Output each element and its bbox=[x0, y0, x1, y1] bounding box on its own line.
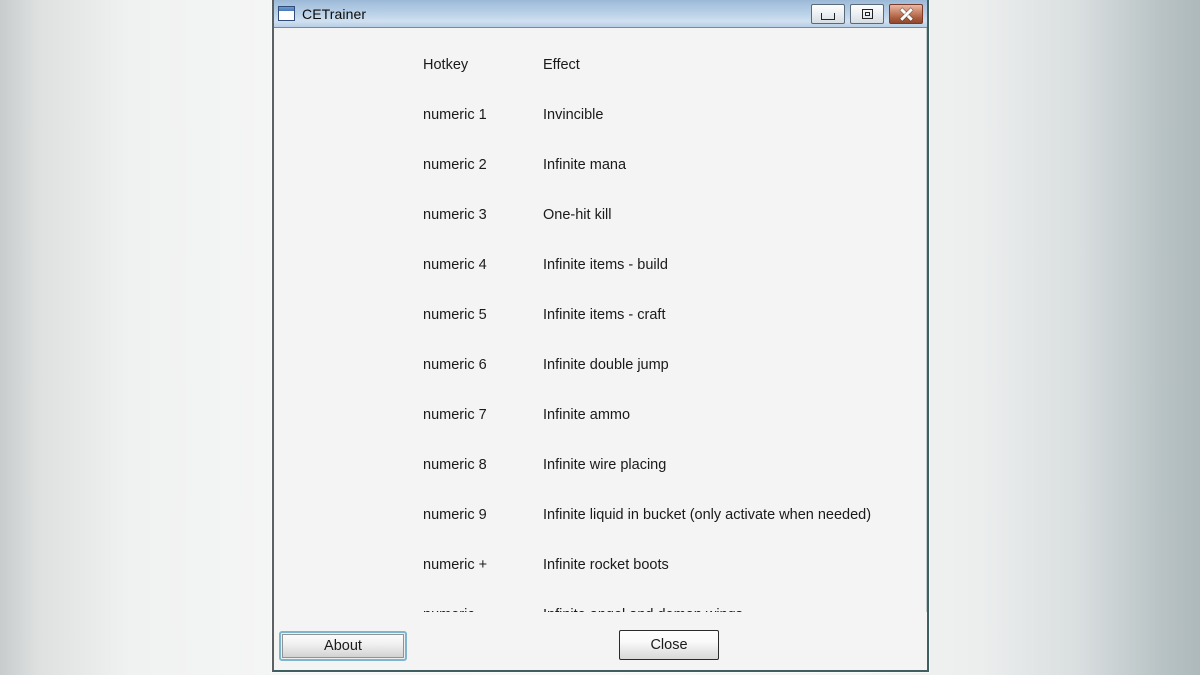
cell-hotkey: numeric + bbox=[423, 557, 488, 573]
window-title: CETrainer bbox=[302, 5, 367, 22]
table-row: numeric 4 Infinite items - build bbox=[423, 240, 923, 290]
table-header-row: Hotkey Effect bbox=[423, 40, 923, 90]
close-icon bbox=[899, 8, 913, 20]
about-button[interactable]: About bbox=[279, 631, 407, 661]
cell-effect: One-hit kill bbox=[543, 207, 612, 223]
table-row: numeric 7 Infinite ammo bbox=[423, 390, 923, 440]
close-button[interactable]: Close bbox=[619, 630, 719, 660]
cell-effect: Infinite mana bbox=[543, 157, 627, 173]
table-row: numeric 3 One-hit kill bbox=[423, 190, 923, 240]
cell-hotkey: numeric - bbox=[423, 590, 543, 612]
about-button-label: About bbox=[282, 634, 404, 658]
cell-hotkey: numeric 3 bbox=[423, 207, 487, 223]
cell-hotkey: numeric 9 bbox=[423, 507, 487, 523]
cell-effect: Infinite ammo bbox=[543, 407, 631, 423]
header-hotkey: Hotkey bbox=[423, 57, 469, 73]
minimize-button[interactable] bbox=[811, 3, 845, 24]
table-row: numeric 8 Infinite wire placing bbox=[423, 440, 923, 490]
desktop-background: CETrainer Hotkey Effect numeric 1 Invinc… bbox=[0, 0, 1200, 675]
cell-hotkey: numeric 7 bbox=[423, 407, 487, 423]
hotkey-list-panel: Hotkey Effect numeric 1 Invincible numer… bbox=[274, 28, 927, 612]
cell-effect: Infinite double jump bbox=[543, 357, 669, 373]
cell-hotkey: numeric 5 bbox=[423, 307, 487, 323]
window-titlebar[interactable]: CETrainer bbox=[274, 0, 927, 28]
cell-hotkey: numeric 2 bbox=[423, 157, 487, 173]
header-effect: Effect bbox=[543, 57, 580, 73]
cell-hotkey: numeric 6 bbox=[423, 357, 487, 373]
cell-effect: Infinite items - build bbox=[543, 257, 668, 273]
cell-effect: Infinite items - craft bbox=[543, 307, 666, 323]
table-row: numeric 6 Infinite double jump bbox=[423, 340, 923, 390]
window-content: Hotkey Effect numeric 1 Invincible numer… bbox=[274, 28, 927, 670]
cell-hotkey: numeric 8 bbox=[423, 457, 487, 473]
cell-effect: Infinite liquid in bucket (only activate… bbox=[543, 507, 872, 523]
titlebar-button-group bbox=[811, 3, 923, 24]
window-icon bbox=[278, 6, 295, 21]
minimize-icon bbox=[821, 12, 835, 20]
cell-hotkey: numeric 4 bbox=[423, 257, 487, 273]
maximize-icon bbox=[861, 8, 873, 19]
table-row: numeric - Infinite angel and demon wings bbox=[423, 590, 923, 612]
cell-effect: Infinite wire placing bbox=[543, 457, 667, 473]
maximize-button[interactable] bbox=[850, 3, 884, 24]
cell-hotkey: numeric 1 bbox=[423, 107, 487, 123]
table-row: numeric 2 Infinite mana bbox=[423, 140, 923, 190]
hotkey-table: Hotkey Effect numeric 1 Invincible numer… bbox=[423, 40, 923, 612]
table-row: numeric 5 Infinite items - craft bbox=[423, 290, 923, 340]
cell-effect: Infinite angel and demon wings bbox=[543, 590, 923, 612]
cetrainer-window: CETrainer Hotkey Effect numeric 1 Invinc… bbox=[272, 0, 929, 672]
table-row: numeric + Infinite rocket boots bbox=[423, 540, 923, 590]
table-row: numeric 9 Infinite liquid in bucket (onl… bbox=[423, 490, 923, 540]
table-row: numeric 1 Invincible bbox=[423, 90, 923, 140]
cell-effect: Invincible bbox=[543, 107, 604, 123]
cell-effect: Infinite rocket boots bbox=[543, 557, 669, 573]
close-window-button[interactable] bbox=[889, 3, 923, 24]
